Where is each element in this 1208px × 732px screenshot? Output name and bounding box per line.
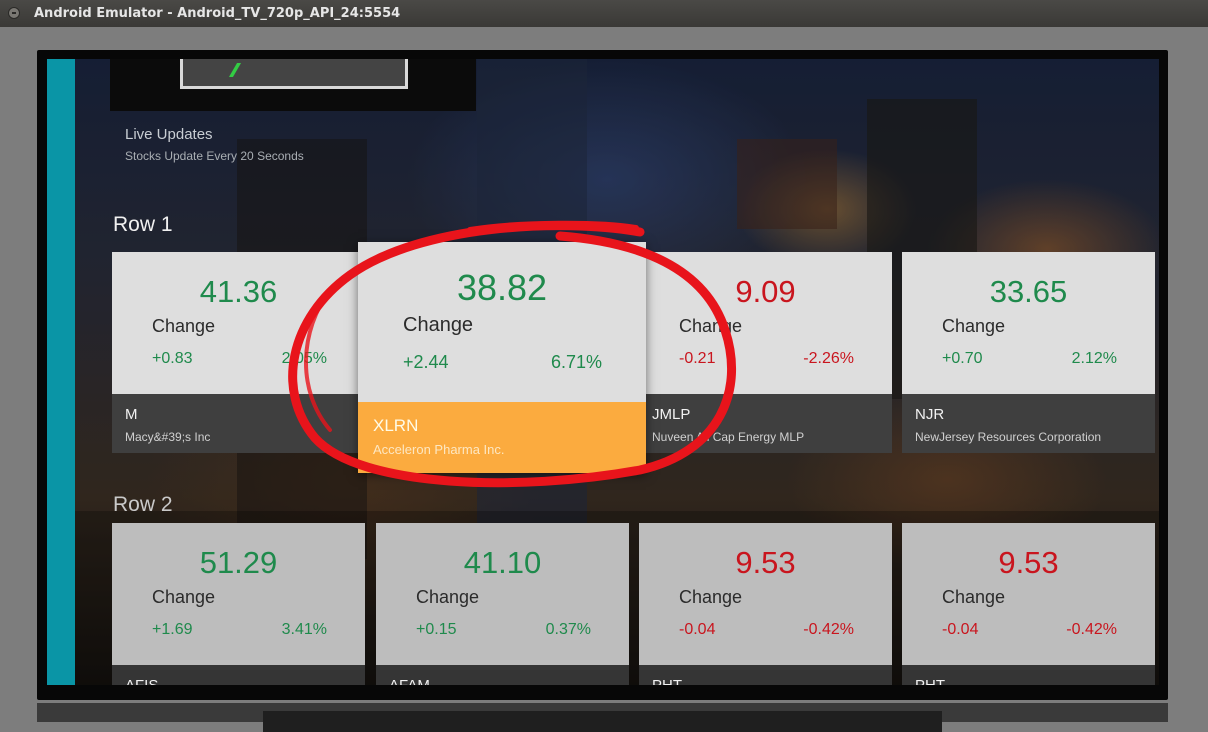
card-info: 9.53 Change -0.04 -0.42% bbox=[902, 523, 1155, 665]
card-footer: PHT bbox=[902, 665, 1155, 685]
card-footer: PHT bbox=[639, 665, 892, 685]
change-percent: -0.42% bbox=[803, 621, 854, 638]
stock-price: 41.10 bbox=[463, 545, 542, 580]
window-menu-icon[interactable] bbox=[8, 7, 20, 19]
stock-symbol: AFIS bbox=[125, 677, 158, 685]
card-footer: XLRN Acceleron Pharma Inc. bbox=[358, 402, 646, 473]
change-label: Change bbox=[152, 587, 216, 607]
stock-price: 9.53 bbox=[735, 545, 796, 580]
card-footer: AFIS bbox=[112, 665, 365, 685]
stock-price: 38.82 bbox=[456, 267, 548, 308]
stock-card-focused[interactable]: 38.82 Change +2.44 6.71% XLRN Acceleron … bbox=[358, 242, 646, 473]
stock-symbol: PHT bbox=[652, 677, 682, 685]
change-amount: +0.83 bbox=[152, 350, 193, 367]
card-info: 41.36 Change +0.83 2.05% bbox=[112, 252, 365, 394]
stock-symbol: M bbox=[125, 406, 138, 423]
stock-card[interactable]: 9.09 Change -0.21 -2.26% JMLP Nuveen All… bbox=[639, 252, 892, 453]
change-percent: 2.12% bbox=[1071, 350, 1117, 367]
change-amount: +0.15 bbox=[416, 621, 457, 638]
tv-stand-neck bbox=[263, 711, 942, 732]
card-footer: JMLP Nuveen All Cap Energy MLP bbox=[639, 394, 892, 453]
row-title: Row 1 bbox=[113, 213, 173, 236]
card-info: 9.53 Change -0.04 -0.42% bbox=[639, 523, 892, 665]
stock-card[interactable]: 9.53 Change -0.04 -0.42% PHT bbox=[902, 523, 1155, 685]
header-subtitle: Stocks Update Every 20 Seconds bbox=[125, 149, 304, 163]
monitor-graphic bbox=[180, 59, 408, 89]
window-titlebar: Android Emulator - Android_TV_720p_API_2… bbox=[0, 0, 1208, 27]
stock-symbol: PHT bbox=[915, 677, 945, 685]
stock-price: 51.29 bbox=[199, 545, 278, 580]
change-percent: 0.37% bbox=[545, 621, 591, 638]
company-name: NewJersey Resources Corporation bbox=[915, 430, 1102, 444]
card-info: 33.65 Change +0.70 2.12% bbox=[902, 252, 1155, 394]
change-amount: +2.44 bbox=[403, 352, 449, 372]
card-footer: M Macy&#39;s Inc bbox=[112, 394, 365, 453]
stock-card[interactable]: 33.65 Change +0.70 2.12% NJR NewJersey R… bbox=[902, 252, 1155, 453]
browse-sidebar[interactable] bbox=[47, 59, 75, 685]
card-info: 41.10 Change +0.15 0.37% bbox=[376, 523, 629, 665]
window-title: Android Emulator - Android_TV_720p_API_2… bbox=[34, 6, 401, 21]
stock-card[interactable]: 41.36 Change +0.83 2.05% M Macy&#39;s In… bbox=[112, 252, 365, 453]
change-label: Change bbox=[403, 314, 474, 336]
company-name: Acceleron Pharma Inc. bbox=[373, 442, 505, 457]
stock-card[interactable]: 9.53 Change -0.04 -0.42% PHT bbox=[639, 523, 892, 685]
header-title: Live Updates bbox=[125, 126, 213, 143]
change-label: Change bbox=[679, 587, 743, 607]
card-info: 9.09 Change -0.21 -2.26% bbox=[639, 252, 892, 394]
stock-price: 41.36 bbox=[199, 274, 278, 309]
change-percent: 2.05% bbox=[281, 350, 327, 367]
stock-card[interactable]: 41.10 Change +0.15 0.37% AFAM bbox=[376, 523, 629, 685]
stock-symbol: JMLP bbox=[652, 406, 691, 423]
stock-symbol: NJR bbox=[915, 406, 945, 423]
change-amount: +1.69 bbox=[152, 621, 193, 638]
change-label: Change bbox=[942, 316, 1006, 336]
tv-screen[interactable]: Live Updates Stocks Update Every 20 Seco… bbox=[47, 59, 1159, 685]
stock-card[interactable]: 51.29 Change +1.69 3.41% AFIS bbox=[112, 523, 365, 685]
change-percent: 3.41% bbox=[281, 621, 327, 638]
card-info: 51.29 Change +1.69 3.41% bbox=[112, 523, 365, 665]
change-percent: 6.71% bbox=[550, 352, 602, 372]
change-label: Change bbox=[152, 316, 216, 336]
change-amount: -0.04 bbox=[942, 621, 979, 638]
change-percent: -2.26% bbox=[803, 350, 854, 367]
change-label: Change bbox=[679, 316, 743, 336]
stock-price: 9.53 bbox=[998, 545, 1059, 580]
stock-price: 9.09 bbox=[735, 274, 796, 309]
company-name: Macy&#39;s Inc bbox=[125, 430, 211, 444]
stock-symbol: AFAM bbox=[389, 677, 430, 685]
change-label: Change bbox=[416, 587, 480, 607]
change-label: Change bbox=[942, 587, 1006, 607]
change-amount: +0.70 bbox=[942, 350, 983, 367]
row-title: Row 2 bbox=[113, 493, 173, 516]
stock-symbol: XLRN bbox=[373, 416, 419, 435]
change-percent: -0.42% bbox=[1066, 621, 1117, 638]
card-footer: NJR NewJersey Resources Corporation bbox=[902, 394, 1155, 453]
company-name: Nuveen All Cap Energy MLP bbox=[652, 430, 805, 444]
header-image bbox=[110, 59, 476, 111]
card-footer: AFAM bbox=[376, 665, 629, 685]
stock-price: 33.65 bbox=[989, 274, 1068, 309]
change-amount: -0.04 bbox=[679, 621, 716, 638]
change-amount: -0.21 bbox=[679, 350, 716, 367]
card-info: 38.82 Change +2.44 6.71% bbox=[358, 242, 646, 402]
